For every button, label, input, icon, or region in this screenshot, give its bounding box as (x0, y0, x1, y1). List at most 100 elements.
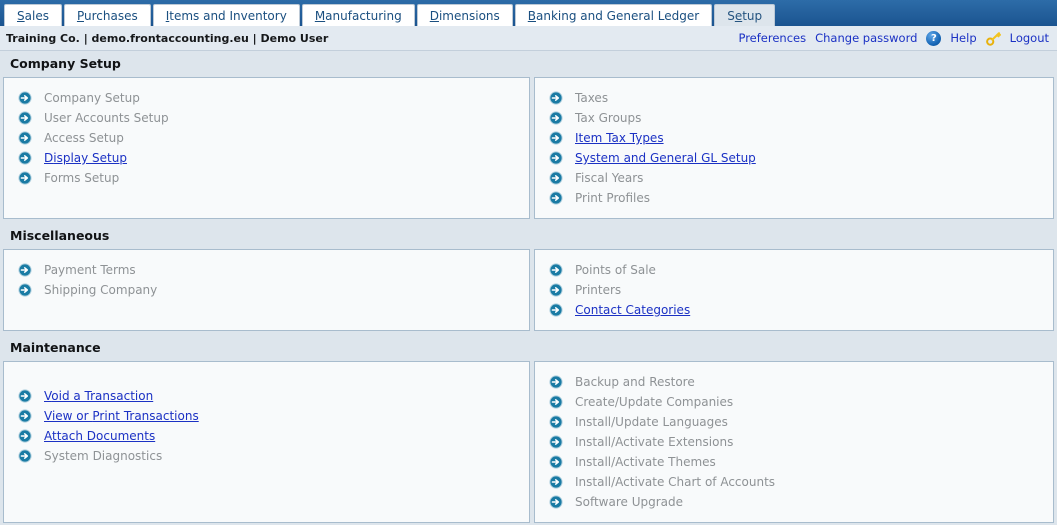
help-link[interactable]: Help (950, 31, 976, 45)
list-item[interactable]: Void a Transaction (4, 386, 529, 406)
arrow-right-icon (18, 91, 32, 105)
link-list: Backup and Restore Create/Update Companie… (535, 372, 1053, 512)
tab-purchases[interactable]: Purchases (64, 4, 151, 26)
menu-link-view-or-print-transactions[interactable]: View or Print Transactions (44, 409, 199, 423)
company-user-info: Training Co. | demo.frontaccounting.eu |… (6, 32, 328, 45)
arrow-right-icon (549, 375, 563, 389)
help-question-circle-icon[interactable]: ? (926, 31, 941, 46)
tab-label: Manufacturing (315, 9, 402, 23)
arrow-right-icon (18, 389, 32, 403)
main-tab-bar: Sales Purchases Items and Inventory Manufac… (0, 0, 1057, 26)
menu-link-forms-setup: Forms Setup (44, 171, 119, 185)
arrow-right-icon (549, 283, 563, 297)
menu-link-install-activate-extensions: Install/Activate Extensions (575, 435, 733, 449)
list-item: Points of Sale (535, 260, 1053, 280)
panel-miscellaneous-left: Payment Terms Shipping Company (3, 249, 530, 331)
section-body-miscellaneous: Payment Terms Shipping Company Points of S… (0, 249, 1057, 335)
menu-link-system-diagnostics: System Diagnostics (44, 449, 162, 463)
menu-link-item-tax-types[interactable]: Item Tax Types (575, 131, 664, 145)
list-item: Software Upgrade (535, 492, 1053, 512)
arrow-right-icon (549, 191, 563, 205)
list-item: Company Setup (4, 88, 529, 108)
arrow-right-icon (549, 495, 563, 509)
list-item: Payment Terms (4, 260, 529, 280)
key-icon[interactable] (986, 31, 1001, 46)
list-item[interactable]: System and General GL Setup (535, 148, 1053, 168)
section-header-maintenance: Maintenance (0, 335, 1057, 361)
list-item: Backup and Restore (535, 372, 1053, 392)
panel-company-setup-right: Taxes Tax Groups Item Tax Types System and … (534, 77, 1054, 219)
list-item[interactable]: Contact Categories (535, 300, 1053, 320)
tab-setup[interactable]: Setup (714, 4, 775, 26)
menu-link-attach-documents[interactable]: Attach Documents (44, 429, 155, 443)
list-item[interactable]: Display Setup (4, 148, 529, 168)
menu-link-contact-categories[interactable]: Contact Categories (575, 303, 690, 317)
arrow-right-icon (549, 263, 563, 277)
arrow-right-icon (549, 131, 563, 145)
menu-link-payment-terms: Payment Terms (44, 263, 136, 277)
list-item: Fiscal Years (535, 168, 1053, 188)
tab-label: Dimensions (430, 9, 500, 23)
menu-link-display-setup[interactable]: Display Setup (44, 151, 127, 165)
tab-manufacturing[interactable]: Manufacturing (302, 4, 415, 26)
link-list: Taxes Tax Groups Item Tax Types System and … (535, 88, 1053, 208)
tab-sales[interactable]: Sales (4, 4, 62, 26)
menu-link-taxes: Taxes (575, 91, 608, 105)
arrow-right-icon (18, 429, 32, 443)
panel-maintenance-right: Backup and Restore Create/Update Companie… (534, 361, 1054, 523)
menu-link-install-activate-chart-of-accounts: Install/Activate Chart of Accounts (575, 475, 775, 489)
panel-company-setup-left: Company SetupUser Accounts SetupAccess S… (3, 77, 530, 219)
arrow-right-icon (549, 151, 563, 165)
tab-items-and-inventory[interactable]: Items and Inventory (153, 4, 300, 26)
menu-link-install-update-languages: Install/Update Languages (575, 415, 728, 429)
list-item: System Diagnostics (4, 446, 529, 466)
logout-link[interactable]: Logout (1010, 31, 1049, 45)
arrow-right-icon (549, 455, 563, 469)
arrow-right-icon (18, 151, 32, 165)
list-item[interactable]: Item Tax Types (535, 128, 1053, 148)
list-item: Create/Update Companies (535, 392, 1053, 412)
menu-link-company-setup: Company Setup (44, 91, 140, 105)
section-body-company-setup: Company SetupUser Accounts SetupAccess S… (0, 77, 1057, 223)
tab-label: Banking and General Ledger (528, 9, 699, 23)
change-password-link[interactable]: Change password (815, 31, 917, 45)
tab-label: Setup (727, 9, 762, 23)
menu-link-shipping-company: Shipping Company (44, 283, 157, 297)
list-item: Shipping Company (4, 280, 529, 300)
panel-maintenance-left: Void a Transaction View or Print Transact… (3, 361, 530, 523)
tab-label: Purchases (77, 9, 138, 23)
menu-link-print-profiles: Print Profiles (575, 191, 650, 205)
arrow-right-icon (18, 283, 32, 297)
link-list: Points of Sale Printers Contact Categories (535, 260, 1053, 320)
user-links: Preferences Change password ? Help Logou… (738, 31, 1049, 46)
menu-link-install-activate-themes: Install/Activate Themes (575, 455, 716, 469)
link-list: Void a Transaction View or Print Transact… (4, 386, 529, 466)
arrow-right-icon (549, 435, 563, 449)
list-item: Printers (535, 280, 1053, 300)
arrow-right-icon (549, 395, 563, 409)
list-item: Print Profiles (535, 188, 1053, 208)
menu-link-printers: Printers (575, 283, 621, 297)
list-item[interactable]: Attach Documents (4, 426, 529, 446)
arrow-right-icon (549, 171, 563, 185)
arrow-right-icon (18, 111, 32, 125)
preferences-link[interactable]: Preferences (738, 31, 806, 45)
menu-link-system-and-general-gl-setup[interactable]: System and General GL Setup (575, 151, 756, 165)
arrow-right-icon (18, 449, 32, 463)
list-item: Tax Groups (535, 108, 1053, 128)
setup-content: Company SetupCompany SetupUser Accounts … (0, 51, 1057, 525)
menu-link-points-of-sale: Points of Sale (575, 263, 656, 277)
arrow-right-icon (549, 475, 563, 489)
arrow-right-icon (18, 263, 32, 277)
menu-link-void-a-transaction[interactable]: Void a Transaction (44, 389, 153, 403)
list-item: Access Setup (4, 128, 529, 148)
menu-link-create-update-companies: Create/Update Companies (575, 395, 733, 409)
arrow-right-icon (18, 409, 32, 423)
tab-banking-and-general-ledger[interactable]: Banking and General Ledger (515, 4, 712, 26)
link-list: Company SetupUser Accounts SetupAccess S… (4, 88, 529, 188)
arrow-right-icon (18, 171, 32, 185)
link-list: Payment Terms Shipping Company (4, 260, 529, 300)
tab-dimensions[interactable]: Dimensions (417, 4, 513, 26)
list-item[interactable]: View or Print Transactions (4, 406, 529, 426)
tab-label: Items and Inventory (166, 9, 287, 23)
